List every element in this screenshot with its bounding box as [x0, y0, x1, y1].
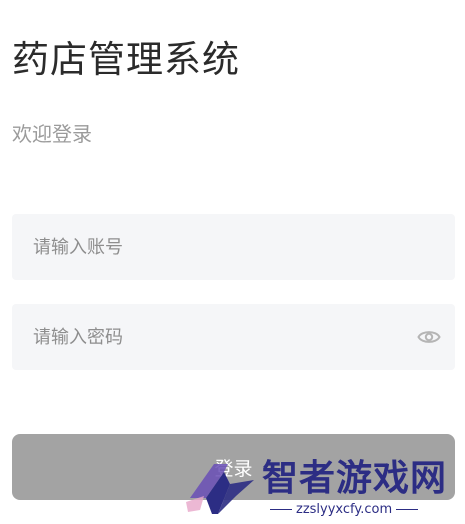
- watermark-url: zzslyyxcfy.com: [266, 502, 422, 517]
- welcome-subtitle: 欢迎登录: [12, 122, 92, 146]
- login-button[interactable]: 登录: [12, 434, 455, 500]
- account-input[interactable]: [12, 214, 455, 280]
- password-input[interactable]: [12, 304, 455, 370]
- page-title: 药店管理系统: [12, 38, 240, 81]
- eye-icon[interactable]: [417, 326, 441, 348]
- account-field: [12, 214, 455, 280]
- password-field: [12, 304, 455, 370]
